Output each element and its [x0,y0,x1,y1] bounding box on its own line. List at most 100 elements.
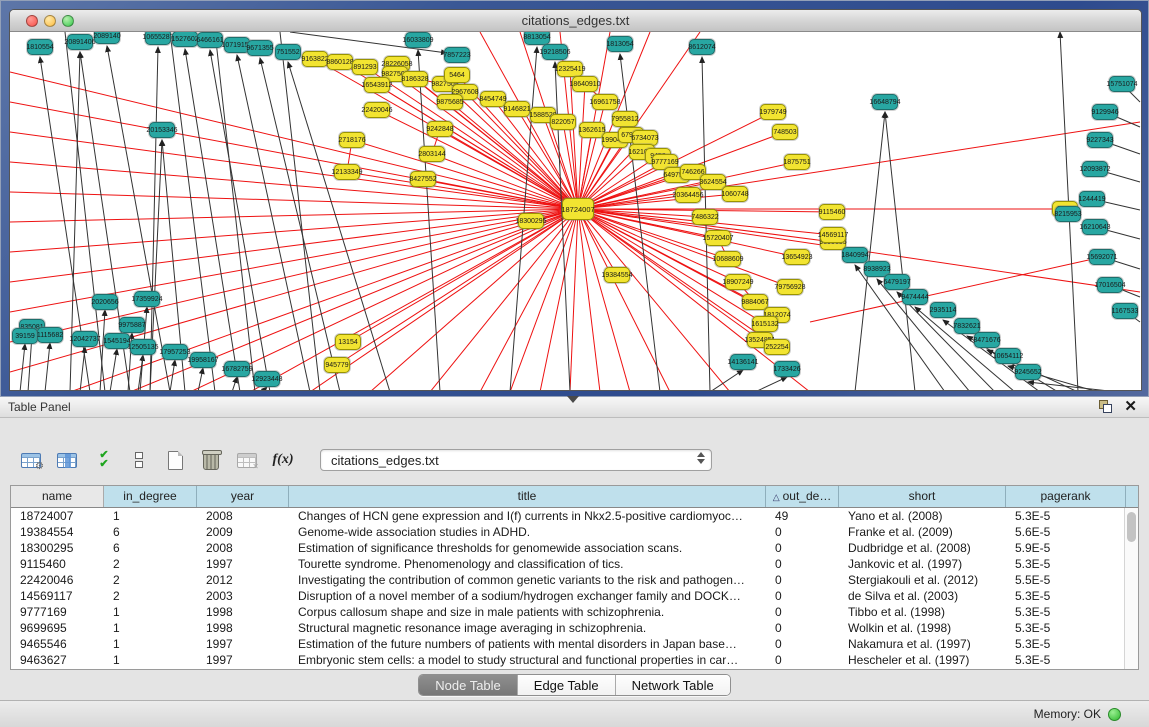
table-panel-header[interactable]: Table Panel ✕ [0,397,1149,418]
graph-node[interactable]: 9115460 [819,204,845,220]
graph-node[interactable]: 1810554 [27,39,53,55]
float-panel-icon[interactable] [1099,400,1112,413]
column-header-year[interactable]: year [197,486,289,507]
close-panel-icon[interactable]: ✕ [1124,400,1137,413]
graph-node[interactable]: 15720407 [705,230,731,246]
table-vertical-scrollbar[interactable] [1124,508,1138,669]
graph-node[interactable]: 19384554 [604,267,630,283]
graph-node[interactable]: 19218506 [542,44,568,60]
table-row[interactable]: 1456911722003Disruption of a novel membe… [11,588,1138,604]
table-settings-button[interactable] [20,448,42,472]
graph-node[interactable]: 8471676 [974,332,1000,348]
table-row[interactable]: 1830029562008Estimation of significance … [11,540,1138,556]
graph-node[interactable]: 15751074 [1109,76,1135,92]
table-row[interactable]: 1872400712008Changes of HCN gene express… [11,508,1138,524]
graph-node[interactable]: 252254 [764,339,790,355]
graph-node[interactable]: 1244419 [1079,191,1105,207]
graph-node[interactable]: 2803144 [419,146,445,162]
graph-node[interactable]: 10688609 [715,251,741,267]
table-row[interactable]: 2242004622012Investigating the contribut… [11,572,1138,588]
select-all-columns-button[interactable]: ✔✔ [92,448,114,472]
graph-node[interactable]: 16210643 [1082,219,1108,235]
graph-node[interactable]: 16961758 [592,94,618,110]
graph-node[interactable]: 10655287 [145,32,171,45]
graph-node[interactable]: 1115682 [37,327,63,343]
graph-node[interactable]: 18907249 [725,274,751,290]
graph-node[interactable]: 1545194 [104,333,130,349]
graph-node[interactable]: 39159 [12,328,38,344]
graph-node[interactable]: 8186328 [402,71,428,87]
graph-node[interactable]: 2935114 [930,302,956,318]
graph-node[interactable]: 17016504 [1097,277,1123,293]
graph-node[interactable]: 2089140 [94,32,120,44]
graph-node[interactable]: 1060748 [722,186,748,202]
graph-node[interactable]: 8427552 [410,171,436,187]
graph-node[interactable]: 13154 [335,334,361,350]
graph-node[interactable]: 9129946 [1092,104,1118,120]
graph-node[interactable]: 7955812 [612,111,638,127]
graph-node[interactable]: 7486322 [692,209,718,225]
graph-node[interactable]: 9671355 [247,40,273,56]
column-header-in-degree[interactable]: in_degree [104,486,197,507]
graph-node[interactable]: 8860128 [327,54,353,70]
graph-node[interactable]: 6466161 [197,32,223,48]
graph-node[interactable]: 12923448 [254,371,280,387]
graph-node[interactable]: 16648794 [872,94,898,110]
graph-node[interactable]: 6479197 [884,274,910,290]
graph-node[interactable]: 12042737 [72,331,98,347]
tab-network-table[interactable]: Network Table [616,675,730,695]
scrollbar-thumb[interactable] [1127,512,1136,542]
tab-edge-table[interactable]: Edge Table [518,675,616,695]
graph-node[interactable]: 18640910 [572,76,598,92]
table-row[interactable]: 946362711997Embryonic stem cells: a mode… [11,652,1138,668]
column-header-short[interactable]: short [839,486,1006,507]
graph-node[interactable]: 12325419 [557,61,583,77]
graph-node[interactable]: 19958167 [190,352,216,368]
graph-node[interactable]: 822057 [550,114,576,130]
graph-node[interactable]: 9245652 [1015,364,1041,380]
table-row[interactable]: 977716911998Corpus callosum shape and si… [11,604,1138,620]
column-header-title[interactable]: title [289,486,766,507]
graph-node[interactable]: 9884067 [742,294,768,310]
graph-node[interactable]: 14136141 [730,354,756,370]
graph-node[interactable]: 8215953 [1055,206,1081,222]
splitter-grip-icon[interactable] [567,396,579,403]
graph-node[interactable]: 1167533 [1112,303,1138,319]
graph-node[interactable]: 1527602 [172,32,198,47]
graph-node[interactable]: 1840994 [842,247,868,263]
graph-node[interactable]: 12133349 [334,164,360,180]
graph-node[interactable]: 20891406 [67,34,93,50]
graph-node[interactable]: 9163822 [302,51,328,67]
graph-node[interactable]: 16782759 [224,361,250,377]
graph-node[interactable]: 13654923 [784,249,810,265]
graph-node[interactable]: 1615132 [752,316,778,332]
table-selector-dropdown[interactable]: citations_edges.txt [320,449,712,471]
graph-node[interactable]: 7857223 [444,47,470,63]
graph-node[interactable]: 9474444 [902,289,928,305]
graph-node[interactable]: 14569117 [820,227,846,243]
graph-node[interactable]: 1875751 [784,154,810,170]
delete-column-button[interactable] [200,448,222,472]
table-row[interactable]: 946554611997Estimation of the future num… [11,636,1138,652]
graph-node[interactable]: 18724007 [562,198,594,220]
graph-node[interactable]: 9227343 [1087,132,1113,148]
graph-node[interactable]: 891293 [352,59,378,75]
new-column-button[interactable] [164,448,186,472]
graph-node[interactable]: 9146821 [504,101,530,117]
network-canvas[interactable]: 1872400718300295193845549163822886012889… [10,32,1141,391]
graph-node[interactable]: 17359924 [134,291,160,307]
graph-node[interactable]: 17957253 [162,344,188,360]
window-titlebar[interactable]: citations_edges.txt [10,10,1141,32]
graph-node[interactable]: 8612074 [689,39,715,55]
column-header-name[interactable]: name [11,486,104,507]
table-row[interactable]: 1938455462009Genome-wide association stu… [11,524,1138,540]
graph-node[interactable]: 20364456 [675,187,701,203]
function-builder-button[interactable]: f(x) [272,448,294,472]
graph-node[interactable]: 15692071 [1089,249,1115,265]
graph-node[interactable]: 9242848 [427,121,453,137]
graph-node[interactable]: 1813054 [607,36,633,52]
graph-node[interactable]: 22420046 [364,102,390,118]
graph-node[interactable]: 79756928 [777,279,803,295]
column-header-pagerank[interactable]: pagerank [1006,486,1126,507]
graph-node[interactable]: 751552 [275,44,301,60]
